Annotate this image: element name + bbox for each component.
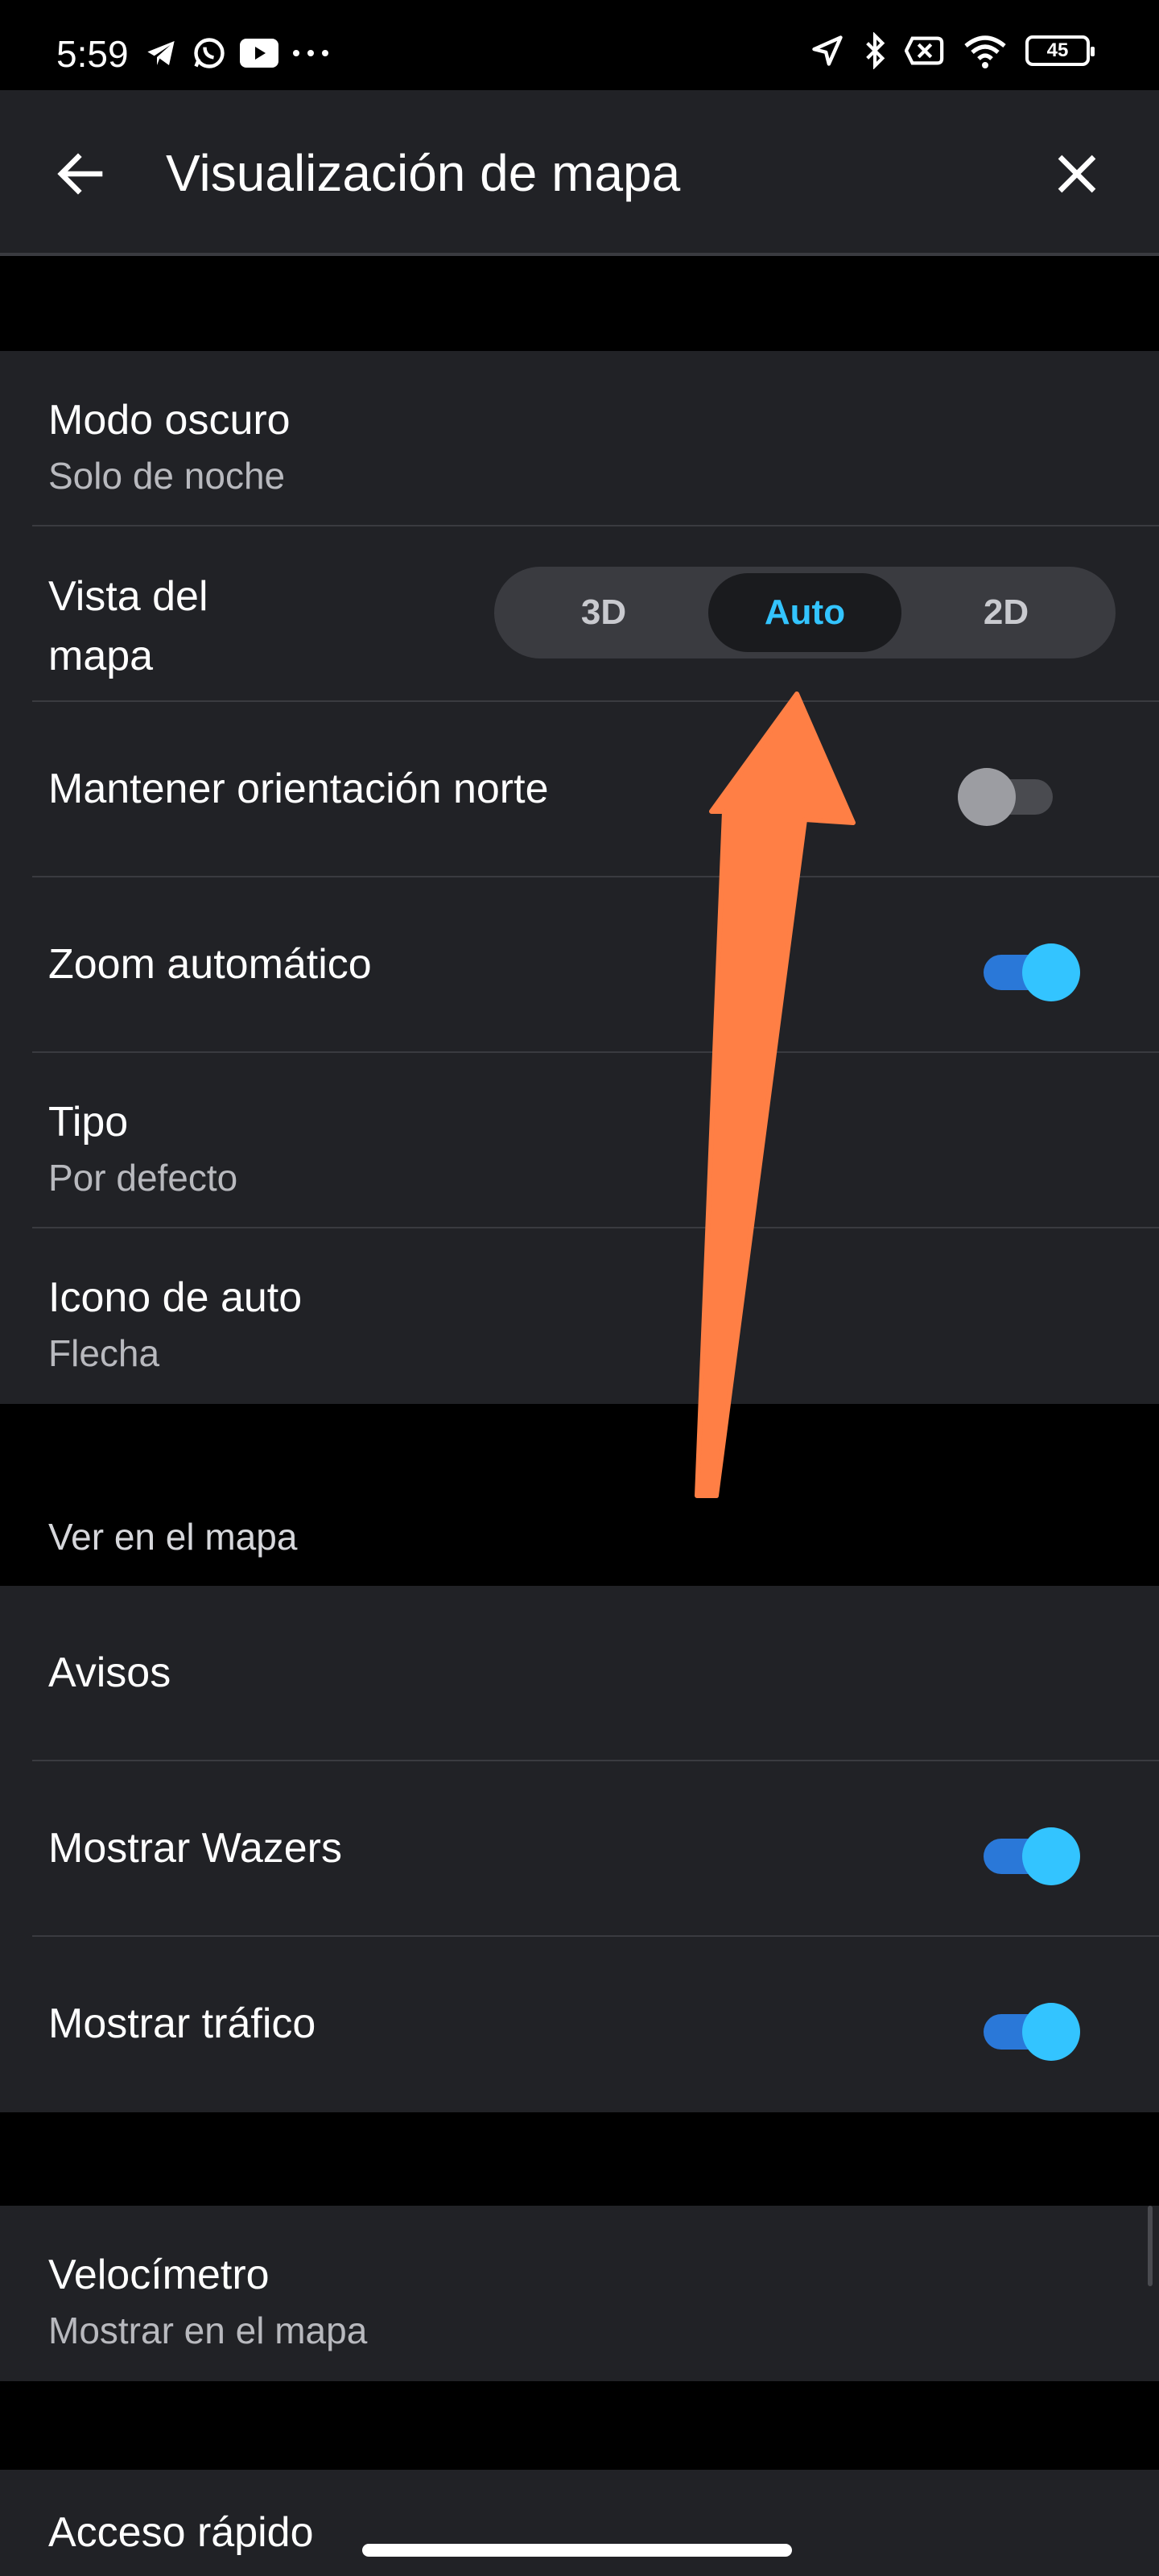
location-arrow-icon <box>812 35 843 66</box>
bluetooth-icon <box>866 32 885 69</box>
car-icon-value: Flecha <box>48 1332 160 1374</box>
quick-access-row[interactable]: Acceso rápido <box>32 2470 1159 2576</box>
see-on-map-group: Avisos Mostrar Wazers Mostrar tráfico <box>0 1586 1159 2112</box>
quick-access-label: Acceso rápido <box>48 2509 314 2556</box>
keep-north-label: Mantener orientación norte <box>48 766 549 812</box>
auto-zoom-label: Zoom automático <box>48 941 372 988</box>
show-wazers-label: Mostrar Wazers <box>48 1825 342 1872</box>
show-wazers-toggle[interactable] <box>984 1818 1080 1885</box>
app-bar: Visualización de mapa <box>0 90 1159 256</box>
toggle-knob <box>1022 943 1080 1001</box>
car-icon-row[interactable]: Icono de auto Flecha <box>32 1228 1159 1404</box>
show-traffic-toggle[interactable] <box>984 1993 1080 2061</box>
auto-zoom-row[interactable]: Zoom automático <box>32 877 1159 1053</box>
keep-north-row[interactable]: Mantener orientación norte <box>32 702 1159 877</box>
whatsapp-icon <box>194 38 225 68</box>
home-indicator[interactable] <box>362 2544 792 2557</box>
toggle-knob <box>958 768 1016 826</box>
show-wazers-row[interactable]: Mostrar Wazers <box>32 1761 1159 1937</box>
section-header-see-on-map: Ver en el mapa <box>48 1516 298 1558</box>
map-view-option-2d[interactable]: 2D <box>909 573 1103 652</box>
reports-row[interactable]: Avisos <box>32 1586 1159 1761</box>
type-row[interactable]: Tipo Por defecto <box>32 1053 1159 1228</box>
toggle-knob <box>1022 1827 1080 1885</box>
status-time: 5:59 <box>56 33 129 75</box>
map-view-option-3d[interactable]: 3D <box>507 573 700 652</box>
sim-off-icon <box>905 36 944 65</box>
speedometer-value: Mostrar en el mapa <box>48 2310 368 2351</box>
show-traffic-row[interactable]: Mostrar tráfico <box>32 1937 1159 2112</box>
telegram-icon <box>147 41 175 65</box>
show-traffic-label: Mostrar tráfico <box>48 2000 316 2047</box>
dark-mode-value: Solo de noche <box>48 455 286 497</box>
type-label: Tipo <box>48 1099 129 1146</box>
speedometer-label: Velocímetro <box>48 2252 270 2298</box>
dark-mode-label: Modo oscuro <box>48 397 291 444</box>
dark-mode-row[interactable]: Modo oscuro Solo de noche <box>32 351 1159 526</box>
page-title: Visualización de mapa <box>166 144 681 202</box>
scrollbar[interactable] <box>1148 2206 1153 2286</box>
car-icon-label: Icono de auto <box>48 1274 303 1321</box>
wifi-icon <box>964 35 1006 68</box>
speedometer-group: Velocímetro Mostrar en el mapa <box>0 2206 1159 2381</box>
youtube-icon <box>240 39 278 68</box>
close-icon[interactable] <box>1048 145 1106 203</box>
status-bar: 5:59 45 <box>0 0 1159 90</box>
auto-zoom-toggle[interactable] <box>984 934 1080 1001</box>
map-view-option-auto[interactable]: Auto <box>708 573 901 652</box>
type-value: Por defecto <box>48 1157 238 1199</box>
map-view-segmented-control: 3D Auto 2D <box>494 567 1116 658</box>
battery-indicator: 45 <box>1025 35 1095 66</box>
arrow-back-icon[interactable] <box>52 145 109 203</box>
battery-level: 45 <box>1046 39 1069 61</box>
map-view-row: Vista del mapa 3D Auto 2D <box>32 526 1159 702</box>
more-dots-icon <box>293 50 328 56</box>
speedometer-row[interactable]: Velocímetro Mostrar en el mapa <box>32 2206 1159 2381</box>
reports-label: Avisos <box>48 1649 171 1696</box>
toggle-knob <box>1022 2003 1080 2061</box>
quick-access-group: Acceso rápido <box>0 2470 1159 2576</box>
keep-north-toggle[interactable] <box>958 758 1054 826</box>
map-view-label: Vista del mapa <box>48 573 208 679</box>
map-display-settings-group: Modo oscuro Solo de noche Vista del mapa… <box>0 351 1159 1404</box>
